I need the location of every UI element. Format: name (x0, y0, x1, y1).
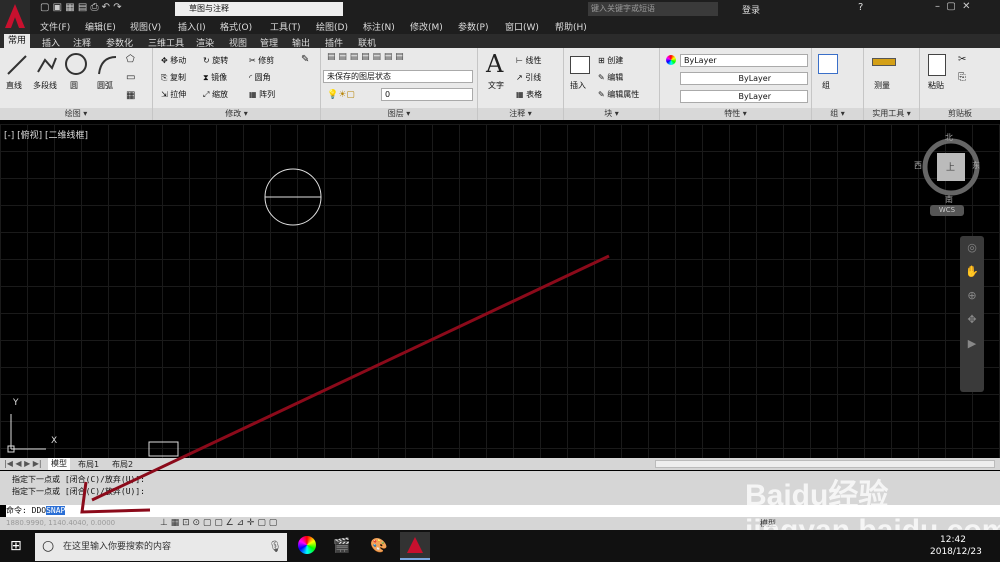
clapper-app-icon[interactable]: 🎬 (333, 538, 350, 554)
microphone-icon[interactable]: 🎙 (268, 540, 282, 553)
chrome-app-icon[interactable] (298, 536, 316, 554)
taskbar-search[interactable]: 在这里输入你要搜索的内容 (35, 533, 287, 561)
paint-app-icon[interactable]: 🎨 (370, 538, 387, 554)
windows-start-icon[interactable]: ⊞ (10, 538, 22, 554)
cortana-icon: ○ (42, 538, 55, 554)
arrow-head (80, 481, 151, 514)
clock-date[interactable]: 2018/12/23 (930, 547, 982, 557)
clock-time[interactable]: 12:42 (940, 535, 966, 545)
autocad-app-icon[interactable] (400, 532, 430, 560)
arrow-shaft (91, 254, 610, 502)
